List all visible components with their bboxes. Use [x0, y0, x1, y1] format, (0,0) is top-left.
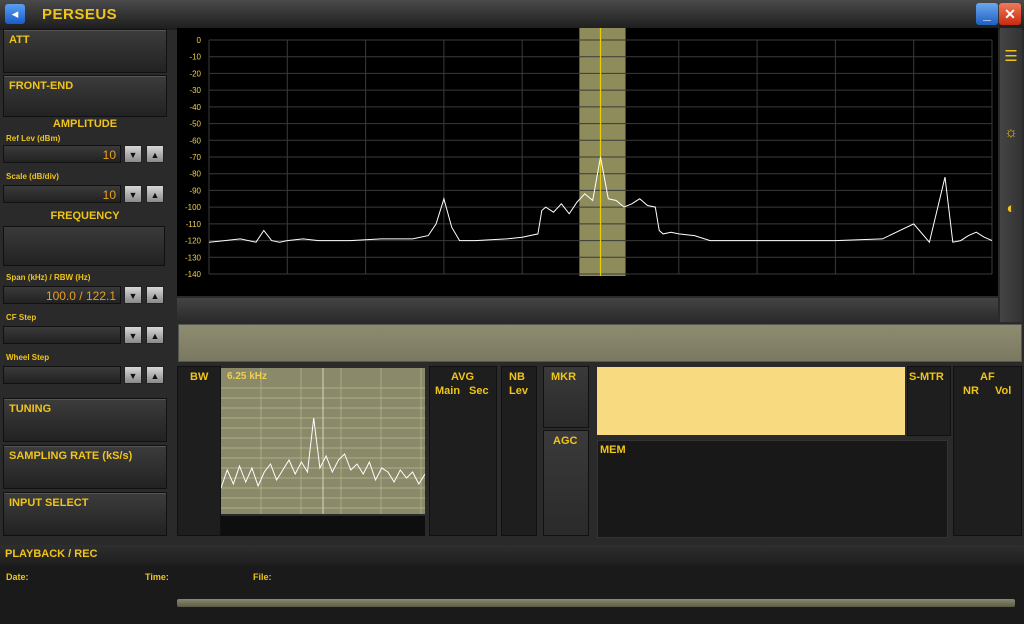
amplitude-heading: AMPLITUDE	[52, 118, 118, 130]
y-tick-label: -110	[186, 220, 202, 229]
date-label: Date:	[6, 572, 29, 582]
bw-value: 6.25 kHz	[227, 371, 268, 382]
tuning-label: TUNING	[9, 403, 52, 415]
s-meter-label[interactable]: S-MTR	[909, 371, 944, 383]
y-tick-label: -120	[185, 237, 202, 246]
cf-step-down-icon[interactable]: ▼	[124, 326, 142, 344]
passband-highlight	[579, 28, 626, 276]
avg-sec-label[interactable]: Sec	[469, 385, 489, 397]
y-tick-label: -100	[185, 203, 202, 212]
agc-label: AGC	[553, 435, 578, 447]
scale-field[interactable]: 10	[3, 185, 121, 203]
y-tick-label: -130	[185, 253, 202, 262]
bw-spectrum-display[interactable]	[221, 368, 425, 514]
title-bar	[0, 0, 1024, 30]
ref-lev-label: Ref Lev (dBm)	[6, 134, 61, 143]
playback-bar	[0, 545, 1024, 565]
sampling-rate-button[interactable]: SAMPLING RATE (kS/s)	[3, 445, 167, 489]
mem-label: MEM	[600, 444, 626, 456]
y-tick-label: -80	[189, 170, 201, 179]
y-tick-label: -70	[189, 153, 201, 162]
tuning-button[interactable]: TUNING	[3, 398, 167, 442]
y-tick-label: -60	[189, 136, 201, 145]
app-menu-icon[interactable]: ◂	[5, 4, 25, 24]
wheel-step-up-icon[interactable]: ▲	[146, 366, 164, 384]
avg-label[interactable]: AVG	[451, 371, 474, 383]
span-down-icon[interactable]: ▼	[124, 286, 142, 304]
nb-label[interactable]: NB	[509, 371, 525, 383]
af-nr-label[interactable]: NR	[963, 385, 979, 397]
y-tick-label: 0	[197, 36, 202, 45]
frequency-heading: FREQUENCY	[50, 210, 120, 222]
y-tick-label: -20	[189, 69, 201, 78]
minimize-button[interactable]: _	[976, 3, 998, 25]
bw-spectrum-chart	[221, 368, 425, 514]
front-end-label: FRONT-END	[9, 80, 74, 92]
bw-readout	[221, 516, 425, 536]
spectrum-chart: 0 -10 -20 -30 -40 -50 -60 -70 -80 -90 -100 -110 -120…	[185, 28, 993, 279]
ref-lev-field[interactable]: 10	[3, 145, 121, 163]
y-tick-label: -10	[189, 53, 201, 62]
spectrum-display[interactable]: 0 -10 -20 -30 -40 -50 -60 -70 -80 -90 -100 -110 -120…	[177, 28, 998, 296]
span-label: Span (kHz) / RBW (Hz)	[6, 273, 91, 282]
brightness-icon[interactable]: ☼	[1002, 124, 1020, 142]
cf-step-up-icon[interactable]: ▲	[146, 326, 164, 344]
waterfall-display[interactable]	[178, 324, 1022, 362]
front-end-button[interactable]: FRONT-END	[3, 75, 167, 117]
span-up-icon[interactable]: ▲	[146, 286, 164, 304]
wheel-step-field[interactable]	[3, 366, 121, 384]
app-title: PERSEUS	[42, 6, 118, 23]
span-field[interactable]: 100.0 / 122.1	[3, 286, 121, 304]
y-tick-label: -90	[189, 186, 201, 195]
memory-panel[interactable]	[597, 440, 948, 538]
bw-panel	[177, 366, 221, 536]
nb-lev-label[interactable]: Lev	[509, 385, 528, 397]
time-label: Time:	[145, 572, 169, 582]
cf-step-label: CF Step	[6, 313, 37, 322]
avg-main-label[interactable]: Main	[435, 385, 460, 397]
menu-lines-icon[interactable]: ☰	[1002, 48, 1020, 66]
ref-lev-down-icon[interactable]: ▼	[124, 145, 142, 163]
att-button[interactable]: ATT	[3, 29, 167, 73]
cf-step-field[interactable]	[3, 326, 121, 344]
wheel-step-label: Wheel Step	[6, 353, 50, 362]
display-tools-strip	[1000, 28, 1022, 322]
mkr-label: MKR	[551, 371, 577, 383]
spectrum-scrollbar[interactable]	[177, 298, 998, 322]
y-tick-label: -40	[189, 103, 201, 112]
scale-up-icon[interactable]: ▲	[146, 185, 164, 203]
file-label: File:	[253, 572, 272, 582]
af-vol-label[interactable]: Vol	[995, 385, 1011, 397]
s-meter-display	[597, 367, 905, 435]
y-tick-label: -50	[189, 120, 201, 129]
bw-label: BW	[190, 371, 209, 383]
contrast-icon[interactable]: ◐	[1002, 200, 1020, 218]
input-select-button[interactable]: INPUT SELECT	[3, 492, 167, 536]
frequency-display[interactable]	[3, 226, 165, 266]
close-button[interactable]: ✕	[999, 3, 1021, 25]
playback-label[interactable]: PLAYBACK / REC	[5, 548, 98, 560]
scale-down-icon[interactable]: ▼	[124, 185, 142, 203]
scale-label: Scale (dB/div)	[6, 172, 59, 181]
ref-lev-up-icon[interactable]: ▲	[146, 145, 164, 163]
att-label: ATT	[9, 34, 30, 46]
input-select-label: INPUT SELECT	[9, 497, 89, 509]
playback-progress-bar[interactable]	[177, 599, 1015, 607]
y-tick-label: -140	[185, 270, 202, 279]
wheel-step-down-icon[interactable]: ▼	[124, 366, 142, 384]
y-tick-label: -30	[189, 86, 201, 95]
sampling-rate-label: SAMPLING RATE (kS/s)	[9, 450, 133, 462]
af-label: AF	[980, 371, 995, 383]
